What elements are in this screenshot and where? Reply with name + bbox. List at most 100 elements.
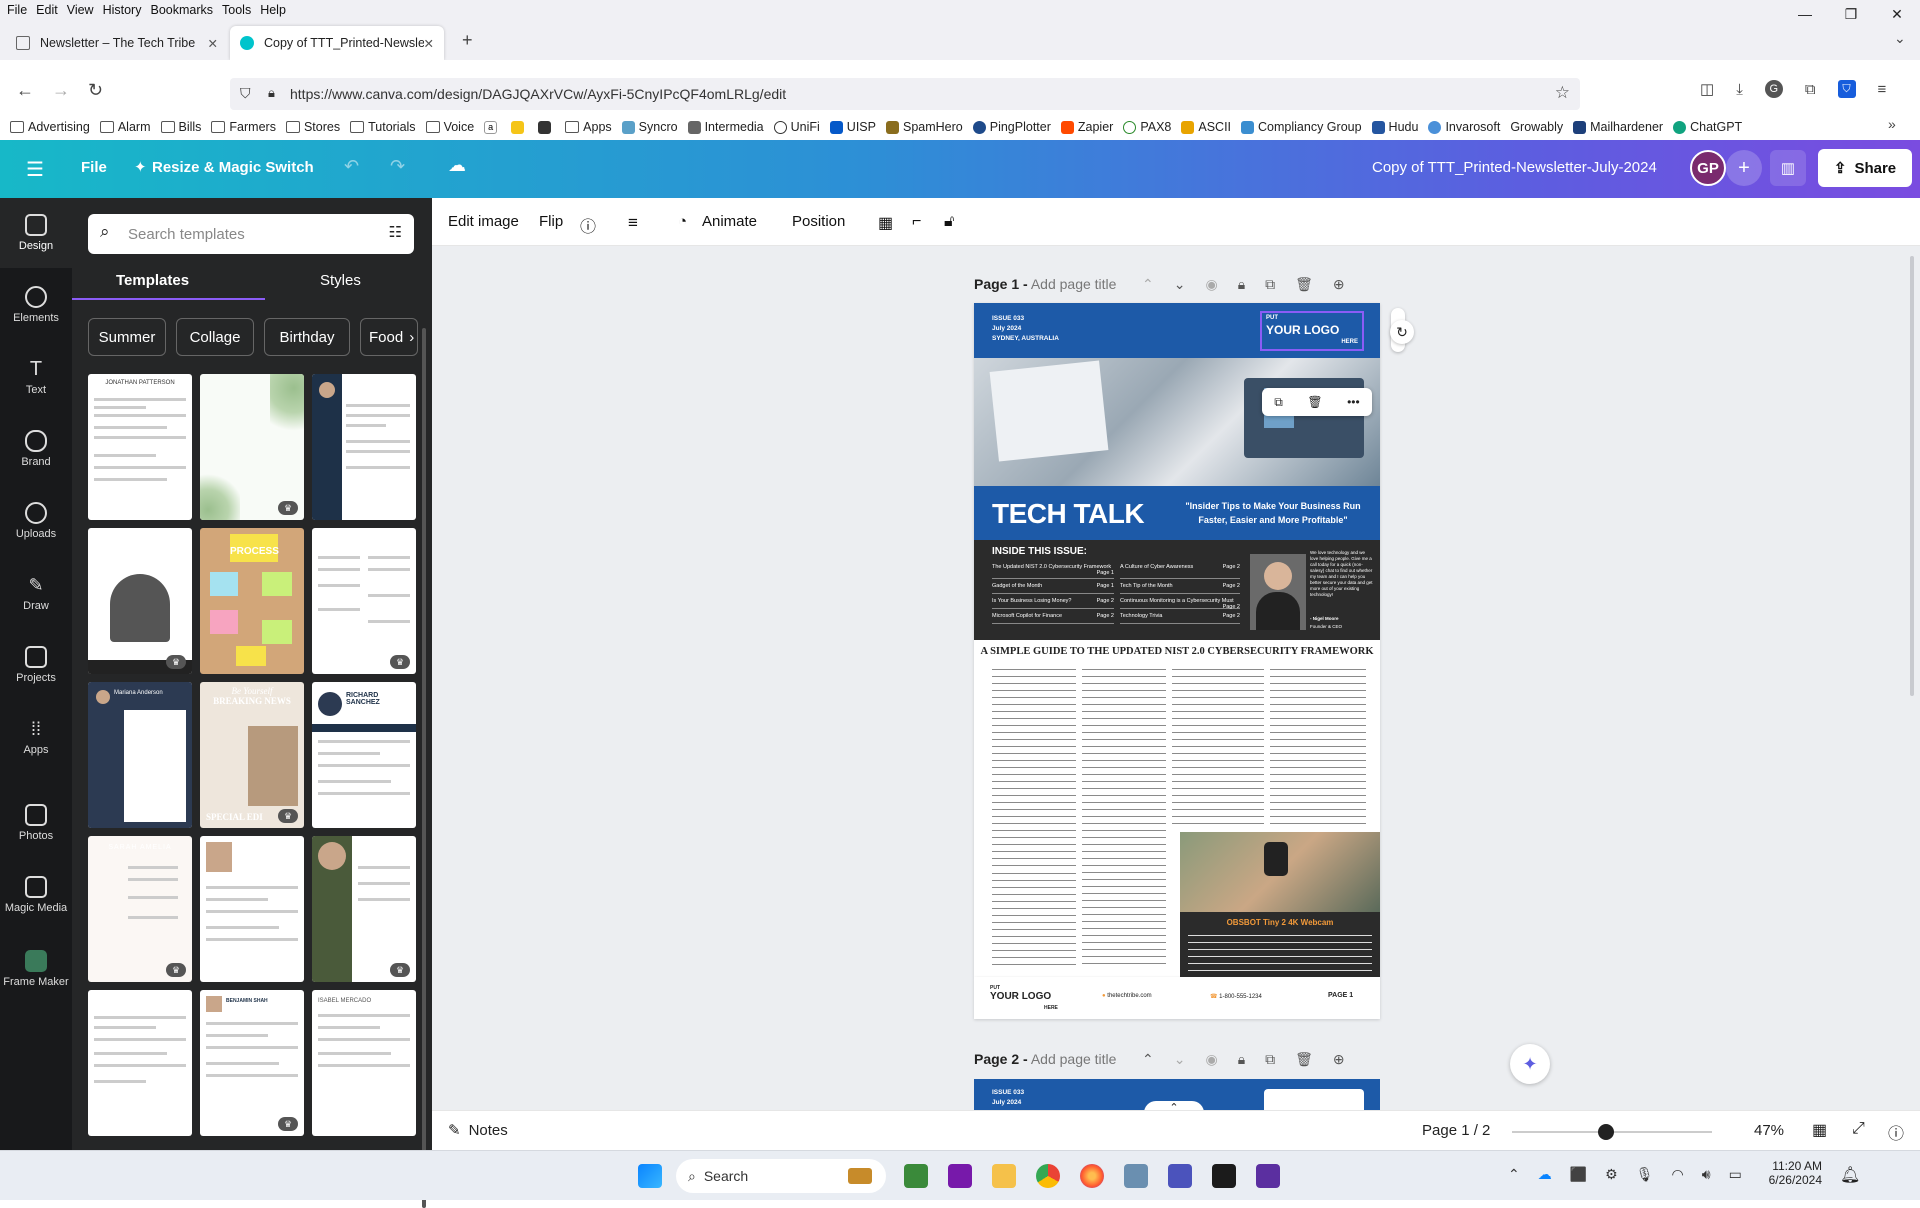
chevron-up-icon[interactable]: ⌃ — [1142, 1051, 1154, 1068]
template-thumbnail[interactable]: Daily Quote YOU GOT THIS! ♛ — [88, 528, 192, 674]
info-icon[interactable]: ⓘ — [580, 213, 596, 237]
chip-collage[interactable]: Collage — [176, 318, 254, 356]
template-thumbnail[interactable]: Juliana Silva ♛ — [312, 836, 416, 982]
lock-element-icon[interactable]: 🔓︎ — [944, 213, 954, 231]
notes-button[interactable]: ✎ Notes — [448, 1121, 508, 1140]
rail-frame-maker[interactable]: Frame Maker — [0, 950, 72, 988]
paint-roller-icon[interactable]: ⌐ — [912, 213, 921, 231]
bookmark-folder[interactable]: Bills — [160, 120, 201, 134]
flip-button[interactable]: Flip — [539, 213, 563, 230]
avatar[interactable]: GP — [1690, 150, 1726, 186]
bookmark-folder[interactable]: Advertising — [10, 120, 90, 134]
downloads-icon[interactable]: ⤓ — [1736, 81, 1743, 98]
bookmark-folder[interactable]: Stores — [285, 120, 340, 134]
account-icon[interactable]: G — [1764, 80, 1783, 98]
close-tab-icon[interactable]: ✕ — [424, 36, 434, 51]
menu-history[interactable]: History — [103, 3, 142, 17]
bookmark-site[interactable]: Compliancy Group — [1241, 120, 1362, 134]
tab-list-icon[interactable]: ⌄ — [1894, 30, 1906, 47]
template-thumbnail[interactable]: ♛ — [200, 374, 304, 520]
animate-button[interactable]: Animate — [702, 213, 757, 230]
bookmark-folder[interactable]: Apps — [565, 120, 612, 134]
forward-icon[interactable]: → — [52, 80, 70, 101]
app-icon[interactable] — [904, 1164, 928, 1188]
template-thumbnail[interactable]: JONATHAN PATTERSON — [88, 374, 192, 520]
app-icon[interactable] — [1212, 1164, 1236, 1188]
add-page-icon[interactable]: ⊕ — [1333, 1051, 1345, 1068]
bookmark-folder[interactable]: Voice — [425, 120, 474, 134]
bookmark-site[interactable]: Invarosoft — [1428, 120, 1500, 134]
tray-overflow-icon[interactable]: ⌃ — [1508, 1166, 1520, 1183]
browser-tab[interactable]: Newsletter – The Tech Tribe ✕ — [6, 26, 228, 60]
bookmark-folder[interactable]: Alarm — [99, 120, 151, 134]
bookmark-site[interactable]: Intermedia — [687, 120, 764, 134]
bookmark-amazon[interactable]: a — [484, 120, 501, 134]
menu-tools[interactable]: Tools — [222, 3, 251, 17]
bookmark-site[interactable] — [538, 120, 555, 134]
transparency-icon[interactable]: ▦ — [878, 213, 893, 233]
battery-icon[interactable]: ▭ — [1729, 1166, 1742, 1183]
more-options-icon[interactable]: ••• — [1347, 395, 1360, 409]
fullscreen-icon[interactable]: ⤢ — [1852, 1120, 1865, 1138]
reload-icon[interactable]: ↻ — [88, 80, 103, 101]
resize-magic-switch-button[interactable]: Resize & Magic Switch — [152, 159, 314, 176]
position-button[interactable]: Position — [792, 213, 845, 230]
chip-birthday[interactable]: Birthday — [264, 318, 350, 356]
undo-icon[interactable]: ↶ — [344, 156, 359, 177]
chevron-up-icon[interactable]: ⌃ — [1142, 276, 1154, 293]
help-icon[interactable]: ⓘ — [1888, 1120, 1904, 1144]
template-thumbnail[interactable]: Henrietta Mitchell — [88, 990, 192, 1136]
bookmark-site[interactable]: Mailhardener — [1573, 120, 1663, 134]
onedrive-icon[interactable]: ☁ — [1538, 1166, 1552, 1183]
chip-summer[interactable]: Summer — [88, 318, 166, 356]
back-icon[interactable]: ← — [16, 80, 34, 101]
chevron-right-icon[interactable]: › — [409, 329, 414, 346]
pocket-icon[interactable]: ◫ — [1700, 80, 1714, 98]
new-tab-icon[interactable]: + — [462, 30, 473, 51]
redo-icon[interactable]: ↷ — [390, 156, 405, 177]
menu-file[interactable]: File — [7, 3, 27, 17]
tray-app-icon[interactable]: ⬛ — [1570, 1166, 1587, 1183]
hide-page-icon[interactable]: ◉ — [1205, 1051, 1217, 1068]
menu-help[interactable]: Help — [260, 3, 286, 17]
template-thumbnail[interactable]: Be Yourself BREAKING NEWS SPECIAL EDI ♛ — [200, 682, 304, 828]
bookmark-site[interactable]: SpamHero — [885, 120, 963, 134]
rail-apps[interactable]: ⁞⁞ Apps — [0, 718, 72, 756]
bookmark-star-icon[interactable]: ☆ — [1555, 83, 1570, 103]
bookmark-site[interactable]: UISP — [829, 120, 876, 134]
design-canvas[interactable]: Page 1 - Add page title ⌃ ⌄ ◉ 🔒︎ ⧉ 🗑︎ ⊕ … — [432, 246, 1920, 1110]
file-menu-button[interactable]: File — [81, 159, 107, 176]
panel-scrollbar[interactable] — [422, 328, 426, 1208]
delete-page-icon[interactable]: 🗑︎ — [1295, 1051, 1313, 1068]
bookmark-site[interactable]: PAX8 — [1123, 120, 1171, 134]
shield-icon[interactable]: ⛉ — [240, 85, 251, 102]
file-explorer-icon[interactable] — [992, 1164, 1016, 1188]
chrome-icon[interactable] — [1036, 1164, 1060, 1188]
template-thumbnail[interactable]: ISABEL MERCADO — [312, 990, 416, 1136]
zoom-slider-knob[interactable] — [1598, 1124, 1614, 1140]
bookmark-site[interactable]: Zapier — [1060, 120, 1113, 134]
bookmark-site[interactable]: ChatGPT — [1673, 120, 1742, 134]
rail-text[interactable]: T Text — [0, 358, 72, 396]
tab-styles[interactable]: Styles — [320, 272, 361, 289]
delete-page-icon[interactable]: 🗑︎ — [1295, 276, 1313, 293]
template-thumbnail[interactable]: RICHARD SANCHEZ — [312, 682, 416, 828]
microphone-icon[interactable]: 🎙︎ — [1636, 1166, 1654, 1183]
bitwarden-icon[interactable]: ⛉ — [1837, 80, 1856, 98]
rail-projects[interactable]: Projects — [0, 646, 72, 684]
app-icon[interactable] — [1124, 1164, 1148, 1188]
template-thumbnail[interactable]: PROCESS — [200, 528, 304, 674]
menu-edit[interactable]: Edit — [36, 3, 58, 17]
extensions-icon[interactable]: ⧉ — [1805, 81, 1816, 98]
grid-view-icon[interactable]: ▦ — [1812, 1120, 1827, 1140]
edit-image-button[interactable]: Edit image — [448, 213, 519, 230]
add-page-icon[interactable]: ⊕ — [1333, 276, 1345, 293]
template-thumbnail[interactable]: RICHARD SANCHEZ — [312, 374, 416, 520]
share-button[interactable]: ⇪ Share — [1818, 149, 1912, 187]
template-thumbnail[interactable]: SARAH AMELIA ♛ — [88, 836, 192, 982]
lock-page-icon[interactable]: 🔒︎ — [1238, 276, 1245, 293]
template-thumbnail[interactable]: BENJAMIN SHAH ♛ — [200, 990, 304, 1136]
border-lines-icon[interactable]: ≡ — [628, 213, 638, 233]
add-collaborator-icon[interactable]: + — [1726, 150, 1762, 186]
bookmark-site[interactable]: Growably — [1510, 120, 1563, 134]
